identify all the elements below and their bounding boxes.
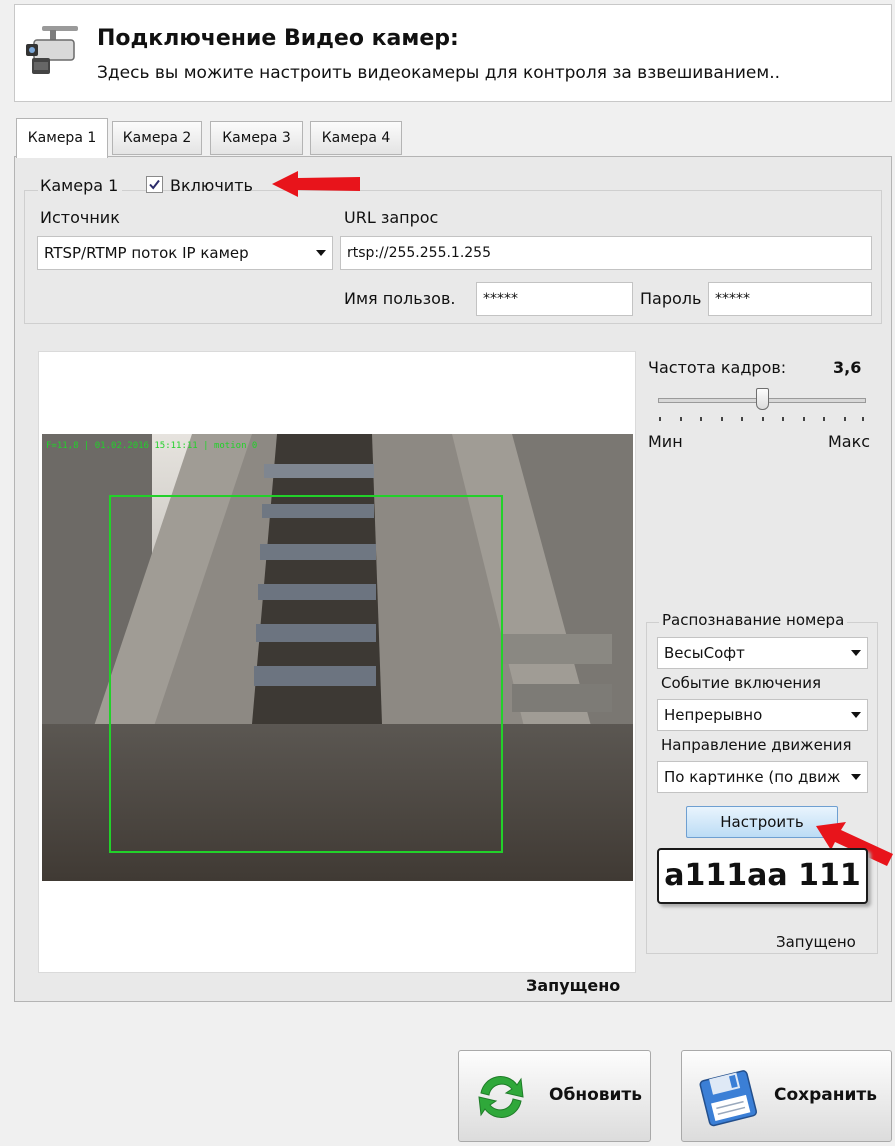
slider-tick bbox=[741, 417, 743, 421]
slider-max-label: Макс bbox=[828, 432, 871, 451]
floppy-disk-icon bbox=[699, 1070, 758, 1127]
slider-tick bbox=[700, 417, 702, 421]
slider-tick bbox=[844, 417, 846, 421]
save-button[interactable]: Сохранить bbox=[681, 1050, 892, 1142]
slider-tick bbox=[782, 417, 784, 421]
trigger-event-value: Непрерывно bbox=[664, 706, 763, 724]
page-title: Подключение Видео камер: bbox=[97, 26, 459, 51]
frame-rate-value: 3,6 bbox=[833, 358, 862, 377]
tab-camera-1[interactable]: Камера 1 bbox=[16, 118, 108, 158]
red-arrow-icon bbox=[272, 171, 360, 197]
slider-tick bbox=[862, 417, 864, 421]
save-button-label: Сохранить bbox=[774, 1085, 878, 1105]
username-label: Имя пользов. bbox=[344, 289, 456, 308]
direction-label: Направление движения bbox=[661, 736, 852, 754]
enable-checkbox[interactable] bbox=[146, 176, 163, 193]
source-select[interactable]: RTSP/RTMP поток IP камер bbox=[37, 236, 333, 270]
page-subtitle: Здесь вы можите настроить видеокамеры дл… bbox=[97, 63, 781, 83]
url-input[interactable]: rtsp://255.255.1.255 bbox=[340, 236, 872, 270]
source-label: Источник bbox=[40, 208, 120, 227]
plate-recognition-title: Распознавание номера bbox=[659, 611, 848, 629]
password-input[interactable]: ***** bbox=[708, 282, 872, 316]
enable-label: Включить bbox=[170, 176, 253, 195]
refresh-button[interactable]: Обновить bbox=[458, 1050, 651, 1142]
slider-tick bbox=[762, 417, 764, 421]
source-value: RTSP/RTMP поток IP камер bbox=[44, 244, 249, 262]
refresh-icon bbox=[478, 1076, 524, 1118]
chevron-down-icon bbox=[851, 774, 861, 780]
chevron-down-icon bbox=[316, 250, 326, 256]
chevron-down-icon bbox=[851, 650, 861, 656]
trigger-event-select[interactable]: Непрерывно bbox=[657, 699, 868, 731]
direction-value: По картинке (по движ bbox=[664, 768, 841, 786]
trigger-event-label: Событие включения bbox=[661, 674, 822, 692]
slider-tick bbox=[659, 417, 661, 421]
chevron-down-icon bbox=[851, 712, 861, 718]
video-status: Запущено bbox=[526, 976, 621, 995]
recognition-engine-select[interactable]: ВесыСофт bbox=[657, 637, 868, 669]
recognition-engine-value: ВесыСофт bbox=[664, 644, 745, 662]
frame-rate-label: Частота кадров: bbox=[648, 358, 787, 377]
camera-video-feed: F=11,8 | 01.02.2016 15:11:11 | motion 0 bbox=[42, 434, 633, 881]
slider-tick bbox=[680, 417, 682, 421]
video-camera-icon bbox=[20, 18, 84, 82]
slider-tick bbox=[803, 417, 805, 421]
slider-tick bbox=[823, 417, 825, 421]
video-overlay-text: F=11,8 | 01.02.2016 15:11:11 | motion 0 bbox=[46, 441, 257, 451]
slider-tick bbox=[721, 417, 723, 421]
refresh-button-label: Обновить bbox=[549, 1085, 643, 1105]
camera-group-label: Камера 1 bbox=[38, 176, 123, 195]
checkmark-icon bbox=[149, 179, 160, 190]
username-input[interactable]: ***** bbox=[476, 282, 633, 316]
url-label: URL запрос bbox=[344, 208, 439, 227]
header-panel bbox=[14, 4, 892, 102]
tab-camera-3[interactable]: Камера 3 bbox=[210, 121, 303, 155]
direction-select[interactable]: По картинке (по движ bbox=[657, 761, 868, 793]
password-label: Пароль bbox=[640, 289, 702, 308]
tab-camera-4[interactable]: Камера 4 bbox=[310, 121, 402, 155]
slider-min-label: Мин bbox=[648, 432, 683, 451]
tab-camera-2[interactable]: Камера 2 bbox=[112, 121, 202, 155]
recognition-status: Запущено bbox=[776, 933, 856, 951]
frame-rate-slider-thumb[interactable] bbox=[755, 388, 769, 410]
recognized-plate: a111aa 111 bbox=[657, 848, 868, 904]
